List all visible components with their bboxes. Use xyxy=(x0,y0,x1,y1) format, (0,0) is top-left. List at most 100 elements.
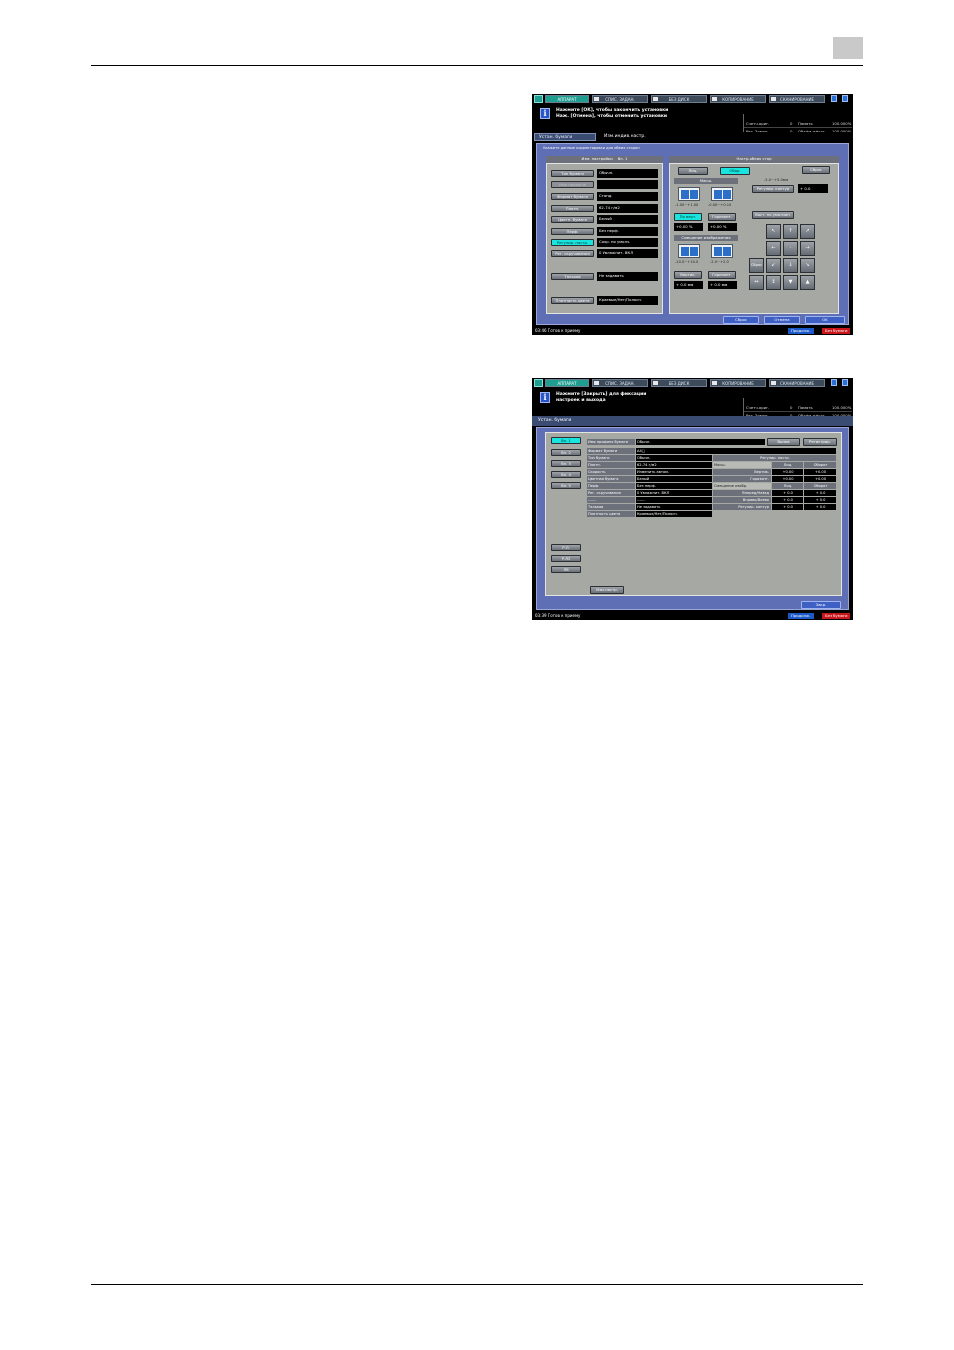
settings-icon[interactable] xyxy=(831,379,837,386)
horizontal-scale-value: +0.00 % xyxy=(708,223,737,231)
horizontal-shift-button[interactable]: Горизонт. xyxy=(708,271,736,279)
weight-button[interactable]: Плотн. xyxy=(551,205,594,212)
adjust-row-back: + 0.0 xyxy=(804,490,836,496)
adjust-range: -5.0~+5.0мм xyxy=(764,178,789,182)
key-up[interactable]: ↑ xyxy=(783,224,798,239)
scan-icon xyxy=(771,97,776,101)
paper-type-button[interactable]: Тип бумаги xyxy=(551,170,594,177)
help-icon[interactable] xyxy=(842,379,848,386)
key-minus[interactable]: ▼ xyxy=(783,275,798,290)
recall-button[interactable]: Вызов xyxy=(767,438,800,446)
key-plus[interactable]: ▲ xyxy=(800,275,815,290)
restore-default-button[interactable]: Вост. по умолчан. xyxy=(752,211,794,219)
tab-copy[interactable]: КОПИРОВАНИЕ xyxy=(710,95,766,103)
vertical-shift-button[interactable]: Вертик. xyxy=(674,271,702,279)
tab-machine[interactable]: АППАРАТ xyxy=(545,379,589,387)
tab-front-side[interactable]: Лиц. xyxy=(678,167,708,175)
tab-scan[interactable]: СКАНИРОВАНИЕ xyxy=(769,379,825,387)
key-swap-horizontal[interactable]: ↔ xyxy=(749,275,764,290)
paper-size-button[interactable]: Формат бумаги xyxy=(551,193,594,200)
vertical-scale-icon xyxy=(678,187,700,201)
tray-bypass-button[interactable]: Лб xyxy=(551,566,581,573)
status-bar: 03:39 Готов к приему Продолж. Без бумаги xyxy=(532,612,853,620)
close-button[interactable]: Закр. xyxy=(801,601,841,609)
info-icon: i xyxy=(540,108,550,119)
tab-hdd[interactable]: БЕЗ ДИСК xyxy=(651,379,707,387)
key-reset[interactable]: Сброс xyxy=(749,258,764,273)
key-center[interactable]: · xyxy=(783,241,798,256)
adjust-row-front: + 0.0 xyxy=(772,497,803,503)
color-density-button[interactable]: Плотность цвета xyxy=(551,297,594,304)
row-value: Без перф. xyxy=(636,483,712,489)
disk-icon xyxy=(653,381,658,385)
tray-pi1-button[interactable]: Р.Л. xyxy=(551,544,581,551)
message-text: Нажмите [Закрыть] для фиксации настроек … xyxy=(556,392,647,403)
tab-copy[interactable]: КОПИРОВАНИЕ xyxy=(710,379,766,387)
machine-icon[interactable] xyxy=(534,95,543,103)
adjust-row-label: Вертик. xyxy=(713,469,771,475)
breadcrumb-paper-settings: Устан. бумаги xyxy=(538,418,572,423)
punch-value: Без перф. xyxy=(597,227,658,236)
tab-job-list[interactable]: СПИС. ЗАДАН. xyxy=(592,95,648,103)
tab-hdd[interactable]: БЕЗ ДИСК xyxy=(651,95,707,103)
profile-label: Имя профиля бумаги xyxy=(587,439,635,445)
tray-3-button[interactable]: Вл. 3 xyxy=(551,460,581,467)
register-button[interactable]: Регистрир. xyxy=(803,438,837,446)
adjust-row-front: + 0.0 xyxy=(772,504,803,510)
breadcrumb: Устан. бумаги Изм.индив.настр. xyxy=(532,132,853,142)
machine-icon[interactable] xyxy=(534,379,543,387)
cancel-button[interactable]: Отмена xyxy=(764,316,800,324)
tray-1-button[interactable]: Вл. 1 xyxy=(551,437,581,444)
key-swap-vertical[interactable]: ↕ xyxy=(766,275,781,290)
breadcrumb-paper-settings[interactable]: Устан. бумаги xyxy=(534,133,596,141)
top-tab-bar: АППАРАТ СПИС. ЗАДАН. БЕЗ ДИСК КОПИРОВАНИ… xyxy=(532,378,853,388)
adjust-row-back: + 0.0 xyxy=(804,497,836,503)
key-down[interactable]: ↓ xyxy=(783,258,798,273)
horizontal-scale-button[interactable]: Горизонт. xyxy=(708,213,736,221)
curl-adjust-button[interactable]: Рег. скручивания xyxy=(551,250,594,257)
counter-row: Счетч.ориг. 0 Память 100.000% xyxy=(744,121,852,128)
settings-icon[interactable] xyxy=(831,95,837,102)
status-text: 03:46 Готов к приему xyxy=(535,328,581,333)
reset-button-top[interactable]: Сброс xyxy=(802,166,830,174)
counter-row: Счетч.ориг. 0 Память 100.000% xyxy=(744,405,852,412)
talc-button[interactable]: Тальков xyxy=(551,273,594,280)
horizontal-scale-range: -0.00~+0.10 xyxy=(708,203,732,207)
key-up-left[interactable]: ↖ xyxy=(766,224,781,239)
ok-button[interactable]: OK xyxy=(805,316,845,324)
paper-type-value: Обычн. xyxy=(597,169,658,178)
tab-machine[interactable]: АППАРАТ xyxy=(545,95,589,103)
reset-button[interactable]: Сброс xyxy=(723,316,759,324)
key-up-right[interactable]: ↗ xyxy=(800,224,815,239)
instruction-text: Укажите данные корректировки для обеих с… xyxy=(543,146,640,150)
paper-size-value: Станд. xyxy=(597,192,658,201)
adjust-settings-button[interactable]: Регулир. настр. xyxy=(551,239,594,246)
tab-job-list[interactable]: СПИС. ЗАДАН. xyxy=(592,379,648,387)
tray-4-button[interactable]: Вл. 4 xyxy=(551,471,581,478)
help-icon[interactable] xyxy=(842,95,848,102)
tray-pi2-button[interactable]: Р.Л2 xyxy=(551,555,581,562)
tray-5-button[interactable]: Вл. 5 xyxy=(551,482,581,489)
paper-settings-panel: Вл. 1 Вл. 2 Вл. 3 Вл. 4 Вл. 5 Р.Л. Р.Л2 … xyxy=(545,432,842,596)
status-bar: 03:46 Готов к приему Продолж. Без бумаги xyxy=(532,327,853,335)
adjust-col-front: Лиц. xyxy=(772,462,803,468)
key-down-right[interactable]: ↘ xyxy=(800,258,815,273)
key-left[interactable]: ← xyxy=(766,241,781,256)
adjust-row-front: +0.00 xyxy=(772,469,803,475)
contour-adjust-button[interactable]: Регулир. контур xyxy=(752,185,794,193)
footer-rule xyxy=(91,1284,863,1285)
key-down-left[interactable]: ↙ xyxy=(766,258,781,273)
paper-color-button[interactable]: Цветн. бумага xyxy=(551,216,594,223)
row-value: A4▢ xyxy=(636,448,836,454)
breadcrumb-individual: Изм.индив.настр. xyxy=(600,133,650,141)
tray-2-button[interactable]: Вл. 2 xyxy=(551,449,581,456)
horizontal-shift-value: + 0.0 мм xyxy=(708,281,737,289)
key-right[interactable]: → xyxy=(800,241,815,256)
change-settings-button[interactable]: Изм.настр. xyxy=(590,586,624,594)
punch-button[interactable]: Перф. xyxy=(551,228,594,235)
tab-back-side[interactable]: Обор. xyxy=(720,167,750,175)
vertical-shift-icon xyxy=(678,244,700,258)
shift-section-header: Смещение изображения xyxy=(674,235,738,241)
tab-scan[interactable]: СКАНИРОВАНИЕ xyxy=(769,95,825,103)
vertical-scale-button[interactable]: По верт. xyxy=(674,213,702,221)
